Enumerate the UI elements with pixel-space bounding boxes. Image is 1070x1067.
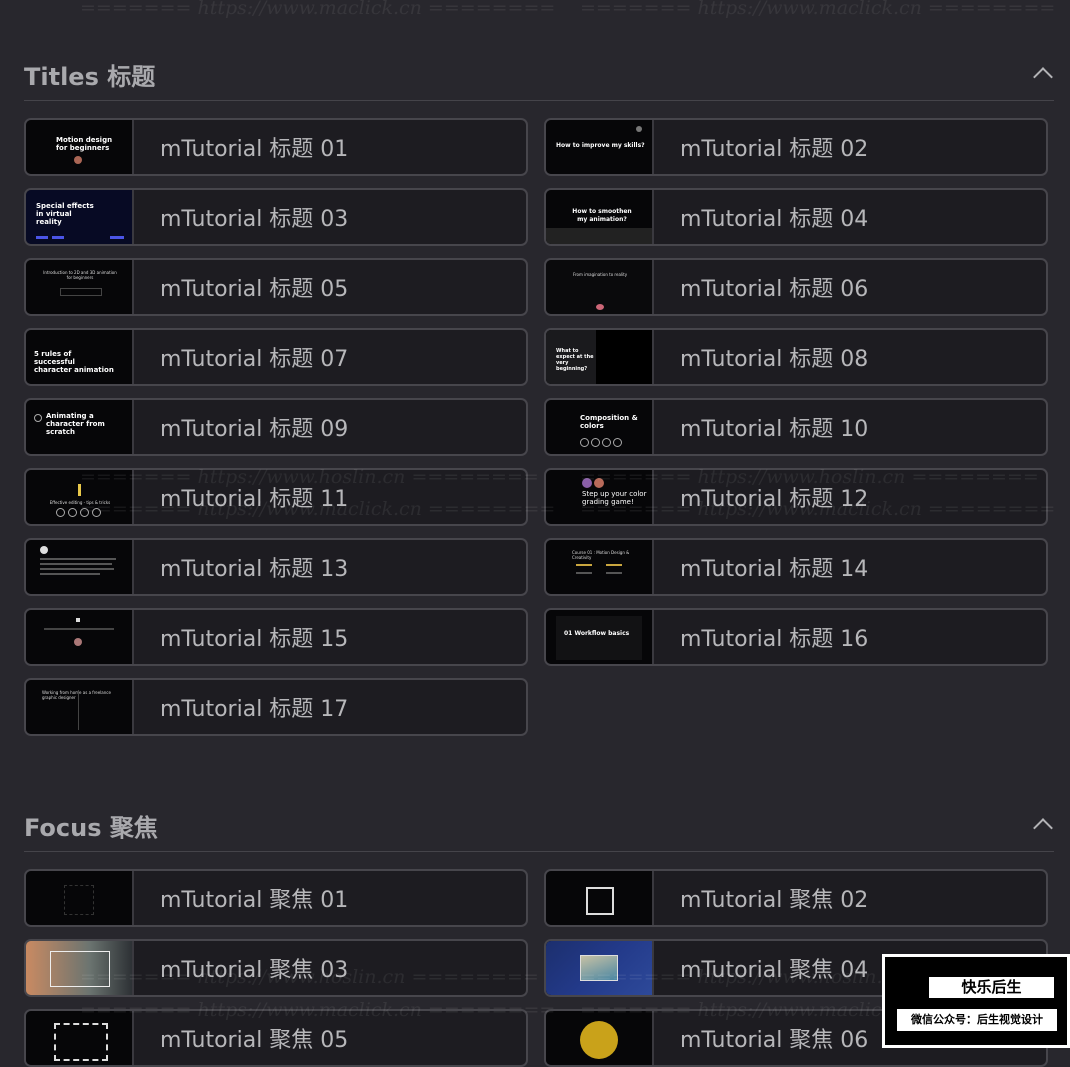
list-item[interactable]: Effective editing - tips & tricks mTutor… bbox=[24, 468, 528, 526]
watermark: ======= https://www.maclick.cn ======== bbox=[80, 0, 556, 19]
list-item[interactable]: Step up your color grading game! mTutori… bbox=[544, 468, 1048, 526]
thumbnail: 5 rules of successful character animatio… bbox=[26, 330, 134, 384]
thumbnail: From imagination to reality bbox=[546, 260, 654, 314]
item-label: mTutorial 标题 05 bbox=[160, 277, 349, 302]
list-item[interactable]: mTutorial 标题 15 bbox=[24, 608, 528, 666]
thumbnail: Animating a character from scratch bbox=[26, 400, 134, 454]
item-label: mTutorial 标题 11 bbox=[160, 487, 349, 512]
thumbnail bbox=[26, 941, 134, 995]
item-label: mTutorial 标题 03 bbox=[160, 207, 349, 232]
focus-section-title: Focus 聚焦 bbox=[24, 814, 158, 842]
thumbnail: Course 01 : Motion Design & Creativity bbox=[546, 540, 654, 594]
list-item[interactable]: Motion design for beginners mTutorial 标题… bbox=[24, 118, 528, 176]
thumbnail: Effective editing - tips & tricks bbox=[26, 470, 134, 524]
item-label: mTutorial 聚焦 04 bbox=[680, 958, 869, 983]
item-label: mTutorial 标题 06 bbox=[680, 277, 869, 302]
titles-section: Titles 标题 bbox=[24, 52, 1054, 101]
avatar bbox=[74, 156, 82, 164]
item-label: mTutorial 标题 01 bbox=[160, 137, 349, 162]
item-label: mTutorial 聚焦 02 bbox=[680, 888, 869, 913]
thumbnail bbox=[546, 1011, 654, 1065]
item-label: mTutorial 标题 08 bbox=[680, 347, 869, 372]
item-label: mTutorial 标题 04 bbox=[680, 207, 869, 232]
item-label: mTutorial 标题 09 bbox=[160, 417, 349, 442]
list-item[interactable]: How to smoothen my animation? mTutorial … bbox=[544, 188, 1048, 246]
thumbnail bbox=[26, 871, 134, 925]
thumbnail bbox=[26, 1011, 134, 1065]
thumbnail bbox=[26, 540, 134, 594]
thumbnail: Step up your color grading game! bbox=[546, 470, 654, 524]
item-label: mTutorial 标题 10 bbox=[680, 417, 869, 442]
item-label: mTutorial 标题 14 bbox=[680, 557, 869, 582]
thumbnail: Special effects in virtual reality bbox=[26, 190, 134, 244]
list-item[interactable]: Introduction to 2D and 3D animation for … bbox=[24, 258, 528, 316]
list-item[interactable]: mTutorial 聚焦 05 bbox=[24, 1009, 528, 1067]
item-label: mTutorial 标题 13 bbox=[160, 557, 349, 582]
thumbnail: Introduction to 2D and 3D animation for … bbox=[26, 260, 134, 314]
list-item[interactable]: 01 Workflow basics mTutorial 标题 16 bbox=[544, 608, 1048, 666]
thumbnail: Composition & colors bbox=[546, 400, 654, 454]
list-item[interactable]: mTutorial 聚焦 01 bbox=[24, 869, 528, 927]
thumbnail: How to smoothen my animation? bbox=[546, 190, 654, 244]
focus-section: Focus 聚焦 bbox=[24, 803, 1054, 852]
chevron-up-icon[interactable] bbox=[1033, 818, 1053, 838]
item-label: mTutorial 聚焦 01 bbox=[160, 888, 349, 913]
thumbnail bbox=[26, 610, 134, 664]
item-label: mTutorial 标题 15 bbox=[160, 627, 349, 652]
list-item[interactable]: mTutorial 标题 13 bbox=[24, 538, 528, 596]
list-item[interactable]: From imagination to reality mTutorial 标题… bbox=[544, 258, 1048, 316]
focus-section-header[interactable]: Focus 聚焦 bbox=[24, 803, 1054, 852]
item-label: mTutorial 标题 12 bbox=[680, 487, 869, 512]
watermark: ======= https://www.maclick.cn ======== bbox=[580, 0, 1056, 19]
thumbnail bbox=[546, 941, 654, 995]
list-item[interactable]: Animating a character from scratch mTuto… bbox=[24, 398, 528, 456]
item-label: mTutorial 标题 02 bbox=[680, 137, 869, 162]
item-label: mTutorial 聚焦 06 bbox=[680, 1028, 869, 1053]
badge-subtitle: 微信公众号：后生视觉设计 bbox=[897, 1009, 1057, 1031]
list-item[interactable]: 5 rules of successful character animatio… bbox=[24, 328, 528, 386]
thumbnail: How to improve my skills? bbox=[546, 120, 654, 174]
list-item[interactable]: Working from home as a freelance graphic… bbox=[24, 678, 528, 736]
brand-badge: 快乐后生 微信公众号：后生视觉设计 bbox=[882, 954, 1070, 1048]
list-item[interactable]: mTutorial 聚焦 03 bbox=[24, 939, 528, 997]
chevron-up-icon[interactable] bbox=[1033, 67, 1053, 87]
list-item[interactable]: Course 01 : Motion Design & Creativity m… bbox=[544, 538, 1048, 596]
titles-grid: Motion design for beginners mTutorial 标题… bbox=[24, 118, 1054, 736]
thumbnail: Working from home as a freelance graphic… bbox=[26, 680, 134, 734]
thumbnail bbox=[546, 871, 654, 925]
thumbnail: Motion design for beginners bbox=[26, 120, 134, 174]
list-item[interactable]: mTutorial 聚焦 02 bbox=[544, 869, 1048, 927]
item-label: mTutorial 标题 16 bbox=[680, 627, 869, 652]
item-label: mTutorial 标题 17 bbox=[160, 697, 349, 722]
item-label: mTutorial 聚焦 03 bbox=[160, 958, 349, 983]
titles-section-header[interactable]: Titles 标题 bbox=[24, 52, 1054, 101]
item-label: mTutorial 聚焦 05 bbox=[160, 1028, 349, 1053]
thumbnail: What to expect at the very beginning? bbox=[546, 330, 654, 384]
thumbnail: 01 Workflow basics bbox=[546, 610, 654, 664]
list-item[interactable]: Composition & colors mTutorial 标题 10 bbox=[544, 398, 1048, 456]
list-item[interactable]: Special effects in virtual reality mTuto… bbox=[24, 188, 528, 246]
titles-section-title: Titles 标题 bbox=[24, 63, 156, 91]
list-item[interactable]: How to improve my skills? mTutorial 标题 0… bbox=[544, 118, 1048, 176]
item-label: mTutorial 标题 07 bbox=[160, 347, 349, 372]
list-item[interactable]: What to expect at the very beginning? mT… bbox=[544, 328, 1048, 386]
badge-title: 快乐后生 bbox=[929, 977, 1054, 998]
